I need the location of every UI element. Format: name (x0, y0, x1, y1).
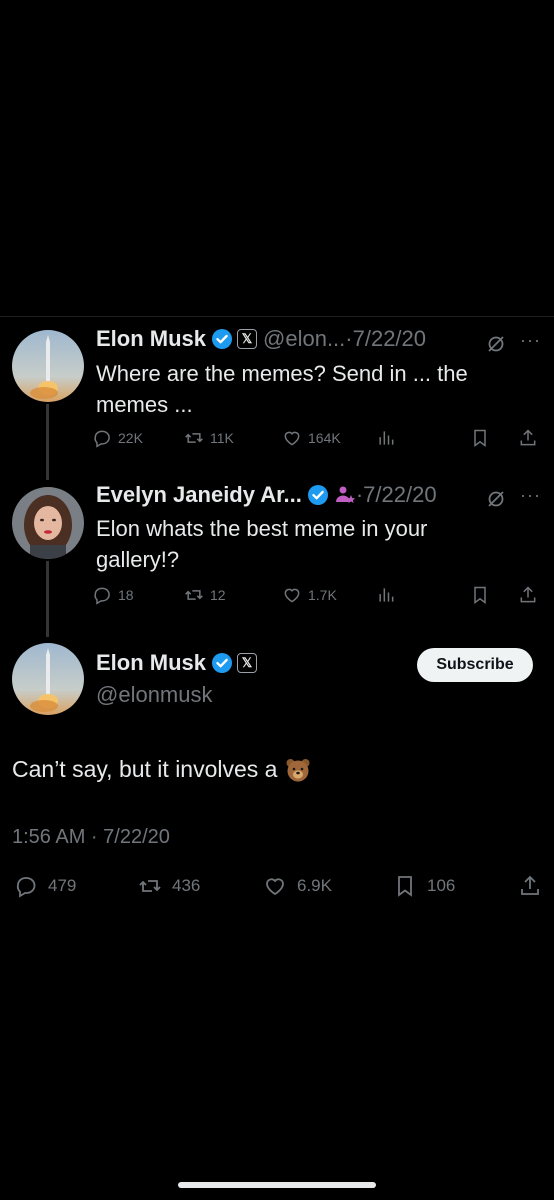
share-button[interactable] (518, 428, 538, 448)
home-indicator[interactable] (178, 1182, 376, 1188)
reply-count: 479 (48, 876, 77, 895)
subscribe-button[interactable]: Subscribe (417, 648, 533, 682)
like-count: 6.9K (297, 876, 332, 895)
like-icon (266, 878, 284, 896)
tweet1-handle-time[interactable]: @elon...·7/22/20 (263, 326, 426, 352)
reply-count: 18 (118, 587, 134, 603)
grok-icon[interactable] (486, 334, 506, 354)
views-icon (379, 588, 394, 602)
repost-count: 11K (210, 430, 234, 446)
like-count: 1.7K (308, 587, 337, 603)
main-tweet-actions: 479 436 6.9K 106 (0, 874, 554, 904)
evelyn-avatar[interactable] (12, 487, 84, 559)
reply-icon (94, 430, 110, 448)
verified-badge-icon (212, 653, 233, 673)
like-button[interactable]: 6.9K (263, 874, 332, 898)
thread-connector (46, 404, 49, 480)
bookmark-icon (398, 876, 412, 897)
views-button[interactable] (376, 428, 396, 448)
repost-icon (185, 590, 203, 600)
bookmark-icon (474, 429, 486, 447)
reply-icon (94, 587, 110, 605)
tweet2-text: Elon whats the best meme in your gallery… (96, 516, 428, 572)
like-button[interactable]: 164K (282, 428, 341, 448)
repost-icon (139, 880, 161, 892)
reply-icon (16, 877, 36, 898)
main-tweet-header: Elon Musk 𝕏 (96, 650, 258, 676)
tweet1-author[interactable]: Elon Musk (96, 326, 206, 352)
like-icon (284, 431, 300, 446)
bookmark-button[interactable] (470, 428, 490, 448)
share-icon (520, 586, 536, 603)
verified-badge-icon (212, 329, 233, 349)
like-button[interactable]: 1.7K (282, 585, 337, 605)
verified-badge-icon (307, 485, 328, 505)
main-author[interactable]: Elon Musk (96, 650, 206, 676)
main-text-content: Can’t say, but it involves a (12, 756, 278, 782)
bookmark-button[interactable] (470, 585, 490, 605)
bookmark-button[interactable]: 106 (393, 874, 455, 898)
tweet2-actions: 18 12 1.7K (92, 585, 546, 611)
share-icon (520, 429, 536, 446)
repost-button[interactable]: 436 (138, 874, 200, 898)
more-icon[interactable]: ··· (520, 485, 541, 506)
views-icon (379, 431, 394, 445)
like-count: 164K (308, 430, 341, 446)
repost-button[interactable]: 11K (184, 428, 234, 448)
tweet2-time[interactable]: ·7/22/20 (356, 482, 437, 508)
more-icon[interactable]: ··· (520, 330, 541, 351)
reply-count: 22K (118, 430, 143, 446)
repost-button[interactable]: 12 (184, 585, 226, 605)
reply-button[interactable]: 22K (92, 428, 143, 448)
main-handle[interactable]: @elonmusk (96, 682, 213, 708)
main-tweet-text: Can’t say, but it involves a (12, 756, 311, 783)
thread-connector (46, 561, 49, 637)
share-button[interactable] (518, 585, 538, 605)
bookmark-icon (474, 586, 486, 604)
elon-avatar[interactable] (12, 330, 84, 402)
top-divider (0, 316, 554, 317)
repost-icon (185, 433, 203, 443)
x-affiliate-badge-icon: 𝕏 (237, 329, 258, 349)
bear-face-icon (286, 758, 310, 781)
reply-button[interactable]: 479 (14, 874, 76, 898)
tweet1-text: Where are the memes? Send in ... the mem… (96, 361, 468, 417)
x-affiliate-badge-icon: 𝕏 (237, 653, 258, 673)
views-button[interactable] (376, 585, 396, 605)
elon-avatar[interactable] (12, 643, 84, 715)
bookmark-count: 106 (427, 876, 456, 895)
tweet1-actions: 22K 11K 164K (92, 428, 546, 454)
repost-count: 436 (172, 876, 201, 895)
reply-button[interactable]: 18 (92, 585, 134, 605)
tweet2-header: Evelyn Janeidy Ar... ·7/22/20 (96, 482, 437, 508)
like-icon (284, 588, 300, 603)
repost-count: 12 (210, 587, 226, 603)
subscriber-badge-icon (335, 486, 355, 503)
main-timestamp[interactable]: 1:56 AM · 7/22/20 (12, 826, 170, 849)
share-icon (521, 875, 539, 895)
tweet1-header: Elon Musk 𝕏 @elon...·7/22/20 (96, 326, 426, 352)
grok-icon[interactable] (486, 489, 506, 509)
tweet2-author[interactable]: Evelyn Janeidy Ar... (96, 482, 302, 508)
share-button[interactable] (518, 874, 552, 898)
